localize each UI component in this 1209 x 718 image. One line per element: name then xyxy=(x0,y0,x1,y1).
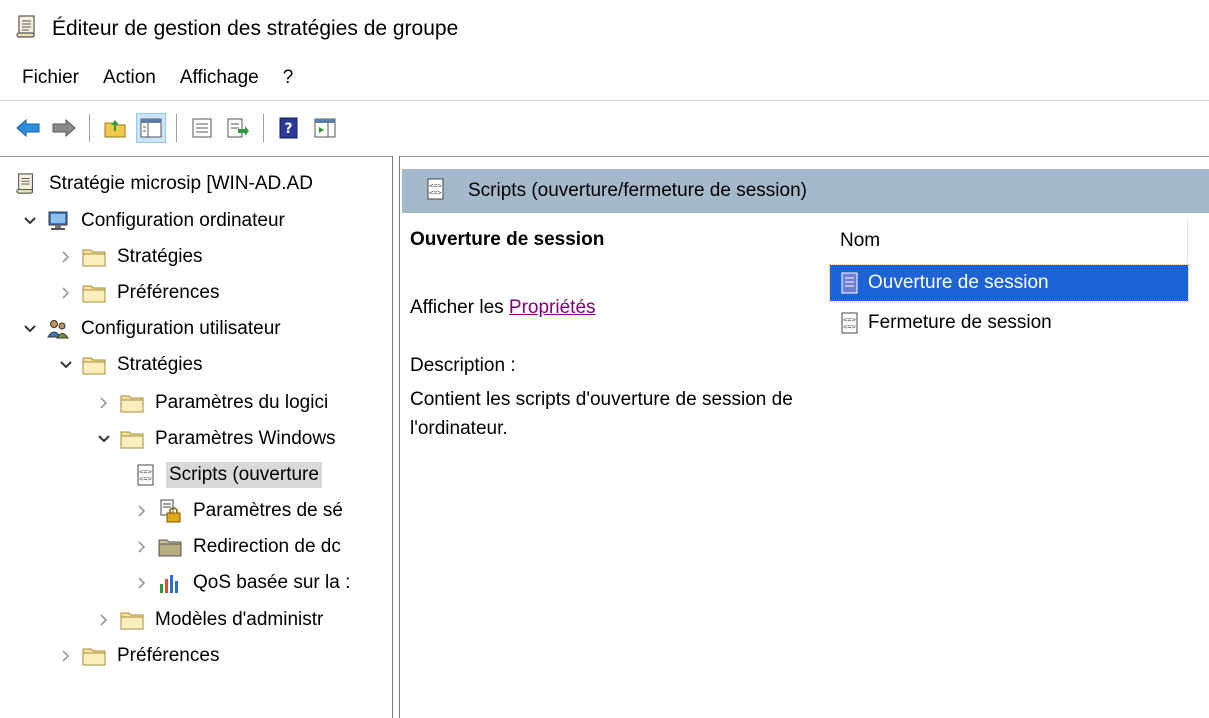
users-icon xyxy=(46,318,70,340)
tree-item[interactable]: Paramètres du logici xyxy=(96,386,392,420)
list-item[interactable]: Ouverture de session xyxy=(829,264,1189,302)
tree-item[interactable]: Stratégies xyxy=(58,240,392,274)
qos-chart-icon xyxy=(158,572,182,594)
tree-item-label: Scripts (ouverture xyxy=(166,462,322,488)
tree-item[interactable]: Modèles d'administr xyxy=(96,603,392,637)
chevron-down-icon[interactable] xyxy=(96,431,112,447)
folder-icon xyxy=(120,428,144,450)
folder-icon xyxy=(82,282,106,304)
window-title: Éditeur de gestion des stratégies de gro… xyxy=(52,17,459,40)
gpo-editor-window: Éditeur de gestion des stratégies de gro… xyxy=(0,0,1209,718)
chevron-right-icon[interactable] xyxy=(58,249,74,265)
tree-item[interactable]: Paramètres Windows xyxy=(96,422,392,456)
tree-item[interactable]: Configuration utilisateur xyxy=(22,312,392,346)
tree-item-label: Modèles d'administr xyxy=(155,609,324,630)
tree-item-label: Préférences xyxy=(117,645,220,666)
svg-text:<=>: <=> xyxy=(139,475,152,483)
column-name-label: Nom xyxy=(840,230,881,251)
chevron-right-icon[interactable] xyxy=(58,285,74,301)
svg-text:?: ? xyxy=(284,121,292,137)
tree-item[interactable]: Configuration ordinateur xyxy=(22,204,392,238)
chevron-down-icon[interactable] xyxy=(58,357,74,373)
column-header-name[interactable]: Nom xyxy=(830,219,1188,263)
export-list-icon[interactable] xyxy=(223,113,253,143)
tree-item[interactable]: Stratégie microsip [WIN-AD.AD xyxy=(14,167,392,201)
help-icon[interactable]: ? xyxy=(274,113,304,143)
menu-fichier[interactable]: Fichier xyxy=(10,63,91,93)
properties-link[interactable]: Propriétés xyxy=(509,297,596,318)
menu-bar: Fichier Action Affichage ? xyxy=(0,58,1209,98)
list-item-label: Fermeture de session xyxy=(868,312,1052,333)
list-item-label: Ouverture de session xyxy=(868,272,1049,293)
folder-icon xyxy=(82,645,106,667)
details-header: <=> <=> Scripts (ouverture/fermeture de s… xyxy=(402,169,1209,213)
description-label: Description : xyxy=(410,355,516,376)
policy-doc-icon xyxy=(16,14,38,44)
item-heading: Ouverture de session xyxy=(410,229,605,250)
tree-item-label: Paramètres du logici xyxy=(155,392,329,413)
toolbar: ? xyxy=(0,100,1209,154)
pane-splitter[interactable] xyxy=(392,156,400,718)
tree-item-label: Stratégie microsip [WIN-AD.AD xyxy=(49,173,313,194)
show-properties-line: Afficher les Propriétés xyxy=(410,297,596,319)
chevron-right-icon[interactable] xyxy=(58,648,74,664)
folder-icon xyxy=(120,609,144,631)
security-settings-icon xyxy=(158,499,182,523)
tree-item[interactable]: QoS basée sur la : xyxy=(134,566,392,600)
chevron-down-icon[interactable] xyxy=(22,213,38,229)
tree-item-label: QoS basée sur la : xyxy=(193,572,351,593)
computer-icon xyxy=(46,210,70,232)
script-icon: <=> <=> xyxy=(426,178,446,205)
policy-doc-icon xyxy=(14,173,38,195)
tree-item[interactable]: Stratégies xyxy=(58,348,392,382)
list-item[interactable]: <=> <=> Fermeture de session xyxy=(830,305,1052,341)
script-icon: <=> <=> xyxy=(134,464,158,486)
tree-item-label: Stratégies xyxy=(117,354,203,375)
tree-item-label: Paramètres Windows xyxy=(155,428,336,449)
folder-icon xyxy=(120,392,144,414)
tree-item[interactable]: Redirection de dc xyxy=(134,530,392,564)
tree-item[interactable]: Préférences xyxy=(58,276,392,310)
toolbar-separator xyxy=(263,113,264,142)
chevron-right-icon[interactable] xyxy=(96,612,112,628)
script-icon xyxy=(838,272,862,294)
console-tree: Stratégie microsip [WIN-AD.AD Configurati… xyxy=(0,156,392,718)
up-folder-icon[interactable] xyxy=(100,113,130,143)
show-properties-prefix: Afficher les xyxy=(410,297,509,318)
folder-icon xyxy=(82,354,106,376)
tree-item[interactable]: Paramètres de sé xyxy=(134,494,392,528)
chevron-right-icon[interactable] xyxy=(96,395,112,411)
menu-action[interactable]: Action xyxy=(91,63,168,93)
description-text: Contient les scripts d'ouverture de sess… xyxy=(410,389,793,439)
details-pane: <=> <=> Scripts (ouverture/fermeture de s… xyxy=(400,156,1209,718)
chevron-right-icon[interactable] xyxy=(134,539,150,555)
properties-icon[interactable] xyxy=(187,113,217,143)
tree-item-label: Préférences xyxy=(117,282,220,303)
toolbar-separator xyxy=(176,113,177,142)
tree-item[interactable]: Préférences xyxy=(58,639,392,673)
folder-icon xyxy=(82,246,106,268)
chevron-right-icon[interactable] xyxy=(134,503,150,519)
tree-item-label: Paramètres de sé xyxy=(193,500,343,521)
chevron-right-icon[interactable] xyxy=(134,575,150,591)
show-hide-tree-icon[interactable] xyxy=(136,112,166,143)
menu-affichage[interactable]: Affichage xyxy=(168,63,271,93)
svg-text:<=>: <=> xyxy=(843,323,856,331)
folder-redirection-icon xyxy=(158,536,182,558)
back-arrow-icon[interactable] xyxy=(13,113,43,143)
menu-help[interactable]: ? xyxy=(271,63,306,93)
toolbar-separator xyxy=(89,113,90,142)
tree-item-label: Configuration utilisateur xyxy=(81,318,281,339)
chevron-down-icon[interactable] xyxy=(22,321,38,337)
script-icon: <=> <=> xyxy=(838,312,862,334)
forward-arrow-icon[interactable] xyxy=(49,113,79,143)
tree-item-label: Stratégies xyxy=(117,246,203,267)
title-bar: Éditeur de gestion des stratégies de gro… xyxy=(0,0,1209,58)
show-hide-action-pane-icon[interactable] xyxy=(310,113,340,143)
details-header-title: Scripts (ouverture/fermeture de session) xyxy=(468,180,807,201)
tree-item[interactable]: <=> <=> Scripts (ouverture xyxy=(134,458,392,492)
tree-item-label: Redirection de dc xyxy=(193,536,341,557)
svg-text:<=>: <=> xyxy=(429,189,442,197)
tree-item-label: Configuration ordinateur xyxy=(81,210,285,231)
